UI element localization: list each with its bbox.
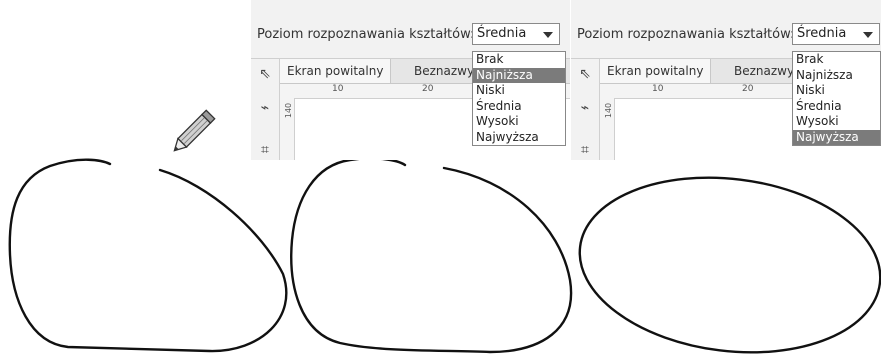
- shape-tool-icon[interactable]: ⌁: [576, 99, 594, 117]
- recognition-level-label: Poziom rozpoznawania kształtów:: [577, 27, 795, 42]
- option-none[interactable]: Brak: [793, 52, 880, 68]
- ruler-mark: 10: [652, 84, 664, 94]
- vertical-ruler: 140: [280, 98, 295, 160]
- pick-tool-icon[interactable]: ⇖: [576, 65, 594, 83]
- recognition-level-combo[interactable]: Średnia: [472, 23, 560, 45]
- combo-value: Średnia: [797, 26, 847, 41]
- option-medium[interactable]: Średnia: [473, 99, 565, 115]
- tab-welcome[interactable]: Ekran powitalny: [280, 59, 392, 83]
- ruler-mark: 140: [604, 102, 614, 119]
- shape-recognition-panel-2: Poziom rozpoznawania kształtów: Średnia …: [571, 0, 881, 160]
- recognition-level-label: Poziom rozpoznawania kształtów:: [257, 27, 475, 42]
- option-lowest[interactable]: Najniższa: [473, 67, 565, 83]
- ruler-mark: 10: [332, 84, 344, 94]
- ruler-mark: 140: [284, 102, 294, 119]
- tab-welcome[interactable]: Ekran powitalny: [600, 59, 712, 83]
- option-low[interactable]: Niski: [793, 83, 880, 99]
- option-highest[interactable]: Najwyższa: [793, 129, 880, 145]
- option-low[interactable]: Niski: [473, 83, 565, 99]
- ruler-mark: 20: [422, 84, 434, 94]
- tab-untitled[interactable]: Beznazwy: [727, 59, 801, 83]
- option-lowest[interactable]: Najniższa: [793, 68, 880, 84]
- option-high[interactable]: Wysoki: [473, 114, 565, 130]
- recognized-ellipse-shape: [578, 176, 881, 354]
- toolbox: ⇖ ⌁ ⌗: [251, 59, 280, 160]
- option-high[interactable]: Wysoki: [793, 114, 880, 130]
- option-highest[interactable]: Najwyższa: [473, 130, 565, 146]
- recognition-level-dropdown: Brak Najniższa Niski Średnia Wysoki Najw…: [792, 51, 881, 146]
- pick-tool-icon[interactable]: ⇖: [256, 65, 274, 83]
- vertical-ruler: 140: [600, 98, 615, 160]
- ruler-mark: 20: [742, 84, 754, 94]
- option-medium[interactable]: Średnia: [793, 99, 880, 115]
- crop-tool-icon[interactable]: ⌗: [576, 141, 594, 159]
- rough-sketch-shape: [8, 158, 288, 353]
- recognition-level-combo[interactable]: Średnia: [792, 23, 880, 45]
- shape-tool-icon[interactable]: ⌁: [256, 99, 274, 117]
- recognition-level-dropdown: Brak Najniższa Niski Średnia Wysoki Najw…: [472, 51, 566, 146]
- smoothed-sketch-shape: [290, 157, 573, 354]
- combo-value: Średnia: [477, 26, 527, 41]
- toolbox: ⇖ ⌁ ⌗: [571, 59, 600, 160]
- pencil-icon: [173, 109, 216, 152]
- crop-tool-icon[interactable]: ⌗: [256, 141, 274, 159]
- chevron-down-icon[interactable]: [543, 32, 553, 38]
- shape-recognition-panel-1: Poziom rozpoznawania kształtów: Średnia …: [251, 0, 570, 160]
- option-none[interactable]: Brak: [473, 52, 565, 68]
- chevron-down-icon[interactable]: [863, 32, 873, 38]
- tab-untitled[interactable]: Beznazwy: [407, 59, 481, 83]
